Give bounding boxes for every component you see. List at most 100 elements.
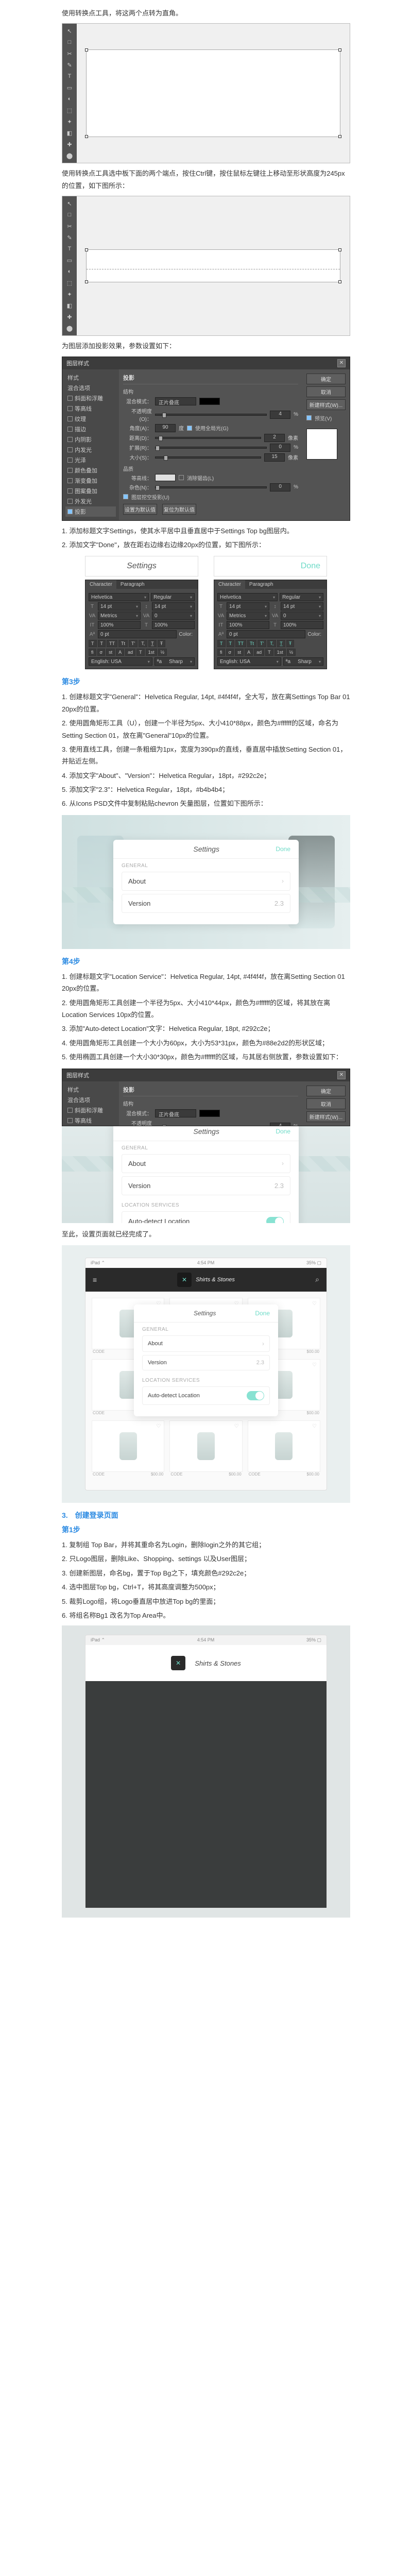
tool-icon[interactable]: ◧ <box>64 300 75 311</box>
kerning-input[interactable]: Metrics▾ <box>98 612 141 620</box>
about-row[interactable]: About› <box>122 872 290 891</box>
size-slider[interactable] <box>155 456 261 459</box>
tool-icon[interactable]: ◐ <box>64 266 75 277</box>
about-row[interactable]: About› <box>142 1335 270 1352</box>
hscale-input[interactable]: 100% <box>152 621 195 629</box>
effect-row[interactable]: 颜色叠加 <box>65 465 116 476</box>
effect-row[interactable]: 内发光 <box>65 445 116 455</box>
ok-button[interactable]: 确定 <box>306 1086 346 1096</box>
contour-picker[interactable] <box>155 474 176 481</box>
type-style-buttons[interactable]: TTTTTtT'T,T̲Ŧ <box>89 640 195 647</box>
set-default-button[interactable]: 设置为默认值 <box>123 504 157 515</box>
tab-paragraph[interactable]: Paragraph <box>116 580 149 589</box>
effect-row[interactable]: 图案叠加 <box>65 486 116 496</box>
tool-icon[interactable]: □ <box>64 37 75 47</box>
tool-icon[interactable]: ✎ <box>64 232 75 243</box>
effect-row[interactable]: 内阴影 <box>65 434 116 445</box>
tool-icon[interactable]: ▭ <box>64 82 75 93</box>
tool-icon[interactable]: ⬚ <box>64 105 75 115</box>
toggle-switch[interactable] <box>247 1391 264 1400</box>
effect-row[interactable]: 混合选项 <box>65 383 116 393</box>
language-select[interactable]: English: USA▾ <box>89 657 152 666</box>
hamburger-icon[interactable]: ≡ <box>93 1276 97 1284</box>
tool-icon[interactable]: ⬚ <box>64 278 75 288</box>
anchor-point[interactable] <box>85 48 88 52</box>
tool-icon[interactable]: ⬤ <box>64 150 75 161</box>
preview-checkbox[interactable] <box>306 415 312 420</box>
close-icon[interactable]: ✕ <box>337 1071 346 1079</box>
spread-slider[interactable] <box>155 447 267 449</box>
knockout-checkbox[interactable] <box>123 494 128 499</box>
autodetect-row[interactable]: Auto-detect Location <box>142 1386 270 1405</box>
opacity-slider[interactable] <box>155 414 267 416</box>
global-light-checkbox[interactable] <box>187 426 192 431</box>
effect-row[interactable]: 光泽 <box>65 455 116 465</box>
tool-icon[interactable]: ✂ <box>64 48 75 59</box>
tracking-input[interactable]: 0▾ <box>152 612 195 620</box>
effect-row[interactable]: 斜面和浮雕 <box>65 393 116 403</box>
baseline-input[interactable]: 0 pt <box>98 630 177 638</box>
color-swatch[interactable] <box>199 398 220 405</box>
font-weight-select[interactable]: Regular▾ <box>151 593 195 601</box>
tool-icon[interactable]: T <box>64 71 75 81</box>
tab-character[interactable]: Character <box>214 580 245 589</box>
tool-icon[interactable]: ✚ <box>64 139 75 149</box>
antialias-select[interactable]: ªaSharp▾ <box>154 657 195 666</box>
cancel-button[interactable]: 取消 <box>306 1098 346 1109</box>
anchor-point[interactable] <box>85 280 88 283</box>
anchor-point[interactable] <box>338 280 341 283</box>
about-row[interactable]: About› <box>122 1154 290 1173</box>
effect-row[interactable]: 渐变叠加 <box>65 476 116 486</box>
close-icon[interactable]: ✕ <box>337 359 346 367</box>
tab-character[interactable]: Character <box>85 580 116 589</box>
font-family-select[interactable]: Helvetica▾ <box>89 593 149 601</box>
tool-icon[interactable]: ✦ <box>64 289 75 299</box>
angle-value[interactable]: 90 <box>155 424 176 432</box>
anchor-point[interactable] <box>338 248 341 251</box>
anchor-point[interactable] <box>338 135 341 138</box>
effect-row[interactable]: 描边 <box>65 424 116 434</box>
done-button[interactable]: Done <box>276 845 290 853</box>
product-card[interactable]: ♡ <box>248 1420 320 1472</box>
cancel-button[interactable]: 取消 <box>306 386 346 397</box>
anchor-point[interactable] <box>85 135 88 138</box>
tool-icon[interactable]: ✎ <box>64 60 75 70</box>
tool-icon[interactable]: ◧ <box>64 128 75 138</box>
tool-icon[interactable]: ✂ <box>64 221 75 231</box>
tool-icon[interactable]: ✚ <box>64 312 75 322</box>
font-size-input[interactable]: 14 pt▾ <box>98 602 141 611</box>
opentype-buttons[interactable]: fiσstAadT1st½ <box>217 649 323 656</box>
tool-icon[interactable]: ▭ <box>64 255 75 265</box>
effect-row[interactable]: 纹理 <box>65 414 116 424</box>
tab-paragraph[interactable]: Paragraph <box>245 580 278 589</box>
reset-default-button[interactable]: 复位为默认值 <box>162 504 196 515</box>
toggle-switch[interactable] <box>266 1217 284 1223</box>
opacity-value[interactable]: 4 <box>270 411 290 419</box>
new-style-button[interactable]: 新建样式(W)... <box>306 399 346 410</box>
type-style-buttons[interactable]: TTTTTtT'T,T̲Ŧ <box>217 640 323 647</box>
vscale-input[interactable]: 100% <box>98 621 141 629</box>
leading-input[interactable]: 14 pt▾ <box>152 602 195 611</box>
done-button[interactable]: Done <box>276 1128 290 1135</box>
product-card[interactable]: ♡ <box>169 1420 242 1472</box>
tool-icon[interactable]: □ <box>64 210 75 220</box>
autodetect-row[interactable]: Auto-detect Location <box>122 1211 290 1223</box>
effect-row[interactable]: 外发光 <box>65 496 116 506</box>
ok-button[interactable]: 确定 <box>306 374 346 384</box>
tool-icon[interactable]: T <box>64 244 75 254</box>
anchor-point[interactable] <box>85 248 88 251</box>
done-button[interactable]: Done <box>255 1310 270 1317</box>
effect-row-selected[interactable]: 投影 <box>65 506 116 517</box>
tool-icon[interactable]: ⬤ <box>64 323 75 333</box>
distance-slider[interactable] <box>155 437 261 439</box>
tool-icon[interactable]: ✦ <box>64 116 75 127</box>
anchor-point[interactable] <box>338 48 341 52</box>
noise-slider[interactable] <box>155 486 267 488</box>
opentype-buttons[interactable]: fiσstAadT1st½ <box>89 649 195 656</box>
antialias-checkbox[interactable] <box>179 475 184 480</box>
blend-mode-select[interactable]: 正片叠底 <box>155 397 196 405</box>
tool-icon[interactable]: ◐ <box>64 94 75 104</box>
effect-row[interactable]: 等高线 <box>65 403 116 414</box>
product-card[interactable]: ♡ <box>92 1420 164 1472</box>
tool-icon[interactable]: ↖ <box>64 26 75 36</box>
